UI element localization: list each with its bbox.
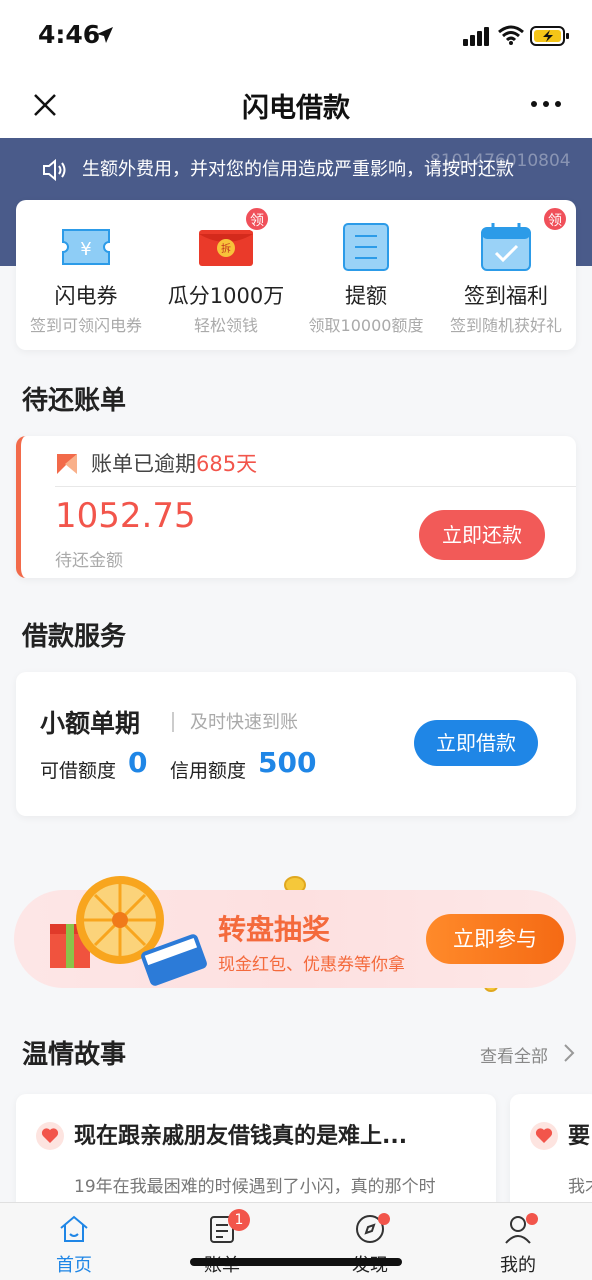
- bills-section-title: 待还账单: [22, 386, 127, 416]
- repay-button[interactable]: 立即还款: [419, 510, 545, 560]
- tab-home[interactable]: 首页: [0, 1203, 148, 1280]
- bill-card[interactable]: 账单已逾期685天 1052.75 待还金额 立即还款: [16, 436, 576, 578]
- svg-text:¥: ¥: [80, 239, 91, 260]
- quick-action-title: 签到福利: [464, 284, 548, 308]
- bill-status: 账单已逾期685天: [91, 448, 257, 478]
- wifi-icon: [498, 25, 524, 45]
- quick-action-checkin[interactable]: 领 签到福利 签到随机获好礼: [436, 200, 576, 350]
- coupon-icon: ¥: [62, 229, 110, 265]
- tab-bills[interactable]: 1 账单: [148, 1203, 296, 1280]
- loan-product-name: 小额单期: [40, 709, 141, 738]
- borrow-button[interactable]: 立即借款: [414, 720, 538, 766]
- bill-amount-label: 待还金额: [55, 551, 123, 571]
- available-limit-value: 0: [128, 746, 148, 779]
- credit-limit-value: 500: [258, 746, 317, 779]
- battery-icon: [530, 26, 569, 46]
- heart-icon: [36, 1122, 64, 1150]
- home-icon: [60, 1215, 88, 1242]
- loan-product-tag: 及时快速到账: [190, 712, 298, 733]
- nav-bar: 闪电借款: [0, 72, 592, 138]
- claim-badge: 领: [244, 206, 270, 232]
- home-indicator: [190, 1258, 402, 1266]
- notification-badge: 1: [228, 1209, 250, 1231]
- quick-action-subtitle: 签到可领闪电券: [29, 316, 142, 335]
- tab-profile[interactable]: 我的: [444, 1203, 592, 1280]
- quick-action-coupon[interactable]: ¥ 闪电券 签到可领闪电券: [16, 200, 156, 350]
- quick-action-title: 瓜分1000万: [167, 284, 285, 308]
- heart-icon: [530, 1122, 558, 1150]
- claim-badge: 领: [542, 206, 568, 232]
- calendar-check-icon: [481, 223, 531, 271]
- loan-section-title: 借款服务: [22, 622, 127, 652]
- view-all-link[interactable]: 查看全部: [480, 1042, 548, 1067]
- story-title: 要: [568, 1124, 591, 1149]
- join-button[interactable]: 立即参与: [426, 914, 564, 964]
- lottery-promo-banner[interactable]: 转盘抽奖 现金红包、优惠券等你拿 立即参与: [14, 876, 576, 988]
- chevron-right-icon[interactable]: [562, 1043, 576, 1063]
- cellular-signal-icon: [463, 27, 489, 46]
- story-title: 现在跟亲戚朋友借钱真的是难上...: [74, 1124, 408, 1149]
- story-excerpt: 我才: [568, 1177, 592, 1197]
- quick-action-title: 提额: [345, 284, 387, 308]
- overdue-days: 685天: [196, 452, 258, 476]
- stories-section-title: 温情故事: [22, 1040, 127, 1070]
- svg-text:拆: 拆: [221, 242, 231, 255]
- status-bar: 4:46: [0, 0, 592, 72]
- quick-action-share[interactable]: 拆 领 瓜分1000万 轻松领钱: [156, 200, 296, 350]
- quick-actions-card: ¥ 闪电券 签到可领闪电券 拆 领 瓜分1000万 轻松领钱 提额 领取1000…: [16, 200, 576, 350]
- tab-discover[interactable]: 发现: [296, 1203, 444, 1280]
- quick-action-title: 闪电券: [54, 284, 118, 308]
- document-icon: [343, 223, 389, 271]
- quick-action-subtitle: 领取10000额度: [308, 316, 424, 335]
- tab-label: 首页: [56, 1255, 92, 1276]
- divider: [172, 712, 174, 732]
- brand-flag-icon: [57, 454, 77, 474]
- promo-subtitle: 现金红包、优惠券等你拿: [218, 955, 405, 975]
- notification-dot: [526, 1213, 538, 1225]
- location-arrow-icon: [97, 27, 113, 43]
- bill-status-prefix: 账单已逾期: [91, 452, 196, 476]
- watermark-number: 8101476010804: [430, 151, 571, 171]
- quick-action-subtitle: 签到随机获好礼: [449, 316, 562, 335]
- page-title: 闪电借款: [242, 93, 350, 124]
- credit-limit-label: 信用额度: [170, 760, 247, 782]
- story-card[interactable]: 现在跟亲戚朋友借钱真的是难上... 19年在我最困难的时候遇到了小闪，真的那个时: [16, 1094, 496, 1214]
- tab-bar: 首页 1 账单 发现 我的: [0, 1202, 592, 1280]
- status-time: 4:46: [38, 20, 101, 49]
- more-icon[interactable]: [528, 94, 564, 114]
- notification-dot: [378, 1213, 390, 1225]
- story-card[interactable]: 要 我才: [510, 1094, 592, 1214]
- promo-title: 转盘抽奖: [218, 913, 331, 946]
- divider: [55, 486, 576, 487]
- prize-wheel-icon: [50, 876, 207, 986]
- quick-action-raise-limit[interactable]: 提额 领取10000额度: [296, 200, 436, 350]
- available-limit-label: 可借额度: [40, 760, 117, 782]
- quick-action-subtitle: 轻松领钱: [193, 316, 258, 335]
- loan-product-card[interactable]: 小额单期 及时快速到账 可借额度 0 信用额度 500 立即借款: [16, 672, 576, 816]
- speaker-icon: [43, 158, 66, 182]
- story-excerpt: 19年在我最困难的时候遇到了小闪，真的那个时: [74, 1177, 436, 1197]
- tab-label: 我的: [500, 1255, 536, 1276]
- bill-amount: 1052.75: [55, 496, 196, 536]
